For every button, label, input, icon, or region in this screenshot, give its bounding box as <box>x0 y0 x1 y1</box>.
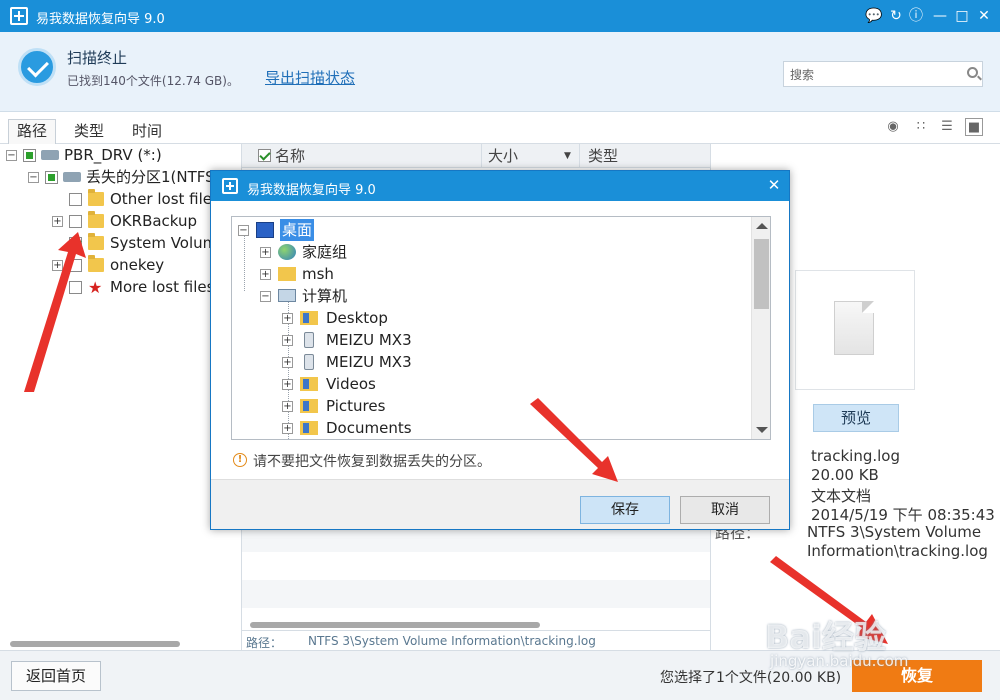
baidu-watermark-url: jingyan.baidu.com <box>770 652 909 670</box>
annotation-arrows <box>24 232 888 644</box>
annotation-arrow <box>530 398 618 482</box>
annotation-arrow <box>24 232 86 392</box>
